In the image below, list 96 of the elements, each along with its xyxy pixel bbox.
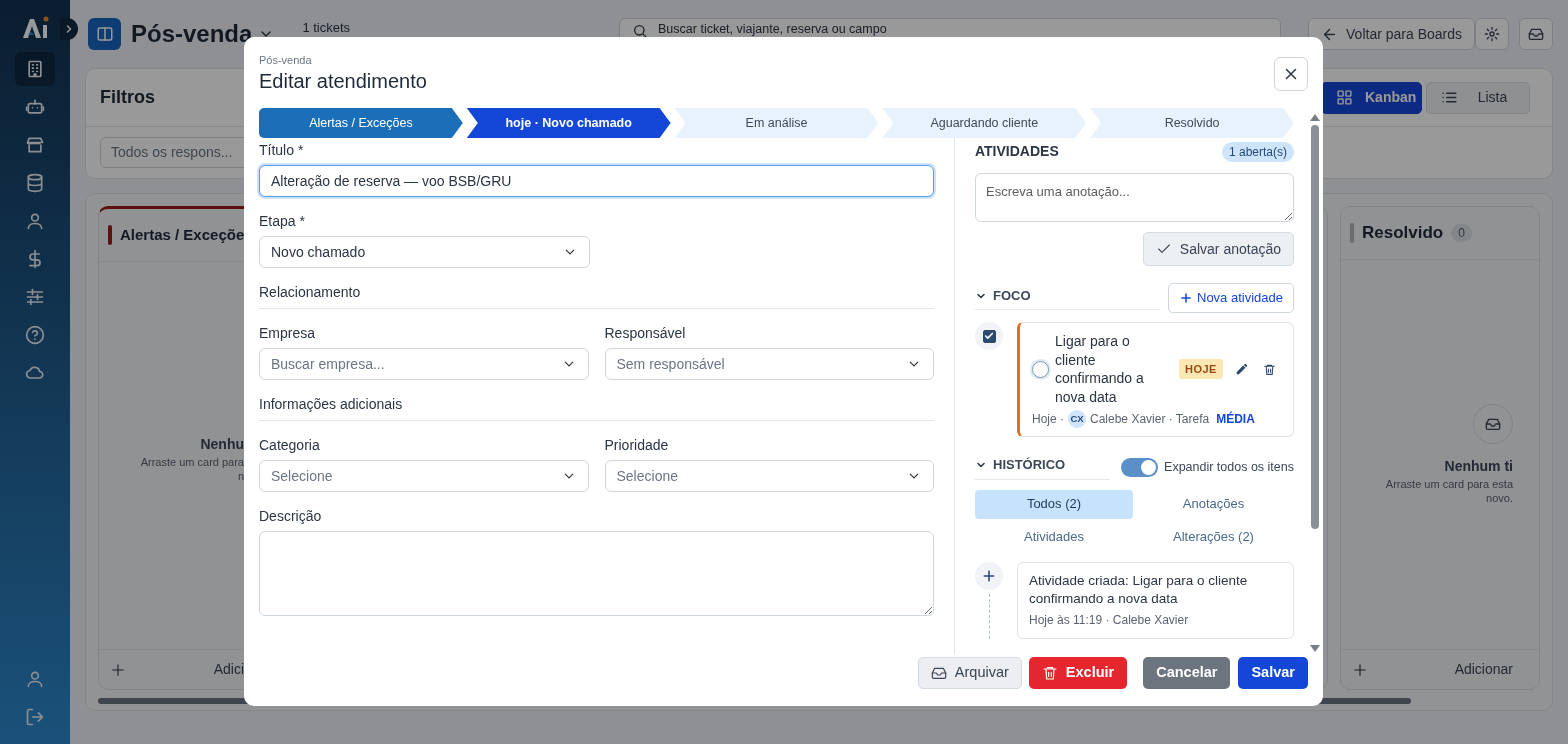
activity-title: Ligar para o cliente confirmando a nova data	[1055, 332, 1145, 406]
stage-select[interactable]: Novo chamado	[259, 236, 590, 268]
archive-button[interactable]: Arquivar	[917, 657, 1022, 689]
collapse-button[interactable]	[60, 18, 78, 40]
breadcrumb: Pós-venda	[259, 53, 313, 67]
sliders-icon	[25, 287, 45, 307]
inbox-icon	[1528, 26, 1544, 42]
note-field[interactable]: Escreva uma anotação...	[975, 173, 1294, 222]
board-title: Pós-venda	[131, 19, 253, 49]
check-icon	[984, 331, 994, 341]
empty-title: Nenhum ti	[1444, 457, 1513, 476]
close-button[interactable]	[1274, 57, 1308, 91]
plus-icon	[1179, 291, 1193, 305]
user-icon	[25, 669, 45, 689]
history-title: Atividade criada: Ligar para o cliente confirmando a nova data	[1029, 571, 1249, 608]
stage-step[interactable]: Resolvido	[1090, 108, 1294, 138]
logout-icon	[25, 707, 45, 727]
company-select[interactable]: Buscar empresa...	[259, 348, 589, 380]
field-label: Prioridade	[604, 436, 670, 454]
select-checkbox[interactable]	[982, 329, 996, 343]
inbox-icon	[930, 665, 947, 681]
delete-button[interactable]: Excluir	[1028, 657, 1128, 689]
field-label: Categoria	[259, 436, 321, 454]
delete-button[interactable]	[1262, 362, 1276, 376]
field-label: Título *	[259, 141, 305, 159]
filters-title: Filtros	[100, 86, 155, 109]
column-count: 0	[1451, 224, 1472, 242]
grid-icon	[1336, 89, 1353, 106]
cancel-button[interactable]: Cancelar	[1143, 657, 1231, 689]
pencil-icon	[1234, 362, 1249, 376]
open-count-badge: 1 aberta(s)	[1221, 141, 1294, 162]
inbox-button[interactable]	[1519, 18, 1553, 50]
responsible-select[interactable]: Sem responsável	[604, 348, 934, 380]
column-title: Resolvido	[1362, 222, 1444, 245]
trash-icon	[1262, 362, 1276, 376]
history-meta: Hoje às 11:19 · Calebe Xavier	[1029, 611, 1190, 629]
add-card-link[interactable]: Adici	[213, 659, 244, 680]
board-icon-button[interactable]	[88, 18, 121, 50]
settings-icon	[1484, 26, 1500, 42]
building-icon	[25, 59, 45, 79]
new-activity-button[interactable]: Nova atividade	[1168, 283, 1294, 313]
back-button[interactable]: Voltar para Boards	[1308, 18, 1475, 50]
category-select[interactable]: Selecione	[259, 460, 589, 492]
view-toggle-button[interactable]: Kanban	[1321, 81, 1422, 114]
trash-icon	[1041, 665, 1058, 681]
stage-step[interactable]: Alertas / Exceções	[259, 108, 463, 138]
history-tab[interactable]: Alterações (2)	[1133, 522, 1294, 552]
logo-icon	[20, 14, 50, 40]
panel-heading: ATIVIDADES	[975, 142, 1059, 161]
field-label: Responsável	[604, 324, 687, 342]
search-icon	[632, 23, 649, 39]
help-icon	[25, 325, 45, 345]
column-title: Alertas / Exceçõe	[120, 224, 245, 245]
field-label: Etapa *	[259, 212, 306, 230]
priority-label: MÉDIA	[1216, 410, 1255, 428]
empty-title: Nenhu	[200, 435, 244, 454]
view-toggle-button[interactable]: Lista	[1426, 81, 1530, 114]
empty-text: novo.	[1486, 491, 1513, 505]
empty-text: Arraste um card para esta	[1385, 477, 1513, 491]
stage-step[interactable]: Em análise	[674, 108, 879, 138]
complete-radio[interactable]	[1032, 360, 1049, 378]
inbox-icon	[1485, 416, 1501, 432]
edit-button[interactable]	[1234, 362, 1249, 376]
settings-button[interactable]	[1475, 18, 1509, 50]
dialog-title: Editar atendimento	[259, 69, 427, 94]
section-toggle[interactable]: HISTÓRICO	[975, 455, 1110, 480]
section-toggle[interactable]: FOCO	[975, 285, 1160, 311]
assignee-avatar: CX	[1068, 410, 1086, 428]
expand-all-toggle[interactable]	[1121, 457, 1159, 477]
activity-date: Hoje ·	[1032, 411, 1064, 428]
stage-step[interactable]: hoje · Novo chamado	[466, 108, 671, 138]
field-label: Descrição	[259, 507, 323, 525]
due-badge: HOJE	[1179, 358, 1223, 380]
save-note-button[interactable]: Salvar anotação	[1142, 232, 1294, 266]
priority-select[interactable]: Selecione	[604, 460, 934, 492]
save-button[interactable]: Salvar	[1238, 657, 1308, 689]
store-icon	[25, 135, 45, 155]
history-tab[interactable]: Atividades	[975, 522, 1133, 552]
description-field[interactable]	[259, 531, 934, 616]
columns-icon	[95, 25, 114, 43]
database-icon	[25, 173, 45, 193]
toggle-label: Expandir todos os itens	[1164, 458, 1294, 476]
field-label: Empresa	[259, 324, 317, 342]
empty-text: n	[237, 469, 244, 483]
stage-step[interactable]: Aguardando cliente	[882, 108, 1087, 138]
history-tab[interactable]: Anotações	[1133, 489, 1294, 519]
section-heading: Informações adicionais	[259, 395, 934, 421]
robot-icon	[25, 97, 45, 117]
activity-meta: Calebe Xavier · Tarefa	[1090, 411, 1210, 428]
section-heading: Relacionamento	[259, 283, 934, 309]
empty-text: Arraste um card para	[140, 455, 244, 469]
user-icon	[25, 211, 45, 231]
history-tab[interactable]: Todos (2)	[975, 489, 1133, 519]
add-card-link[interactable]: Adicionar	[1454, 659, 1513, 680]
title-field[interactable]: Alteração de reserva — voo BSB/GRU	[259, 165, 934, 197]
ticket-count: 1 tickets	[302, 20, 351, 35]
